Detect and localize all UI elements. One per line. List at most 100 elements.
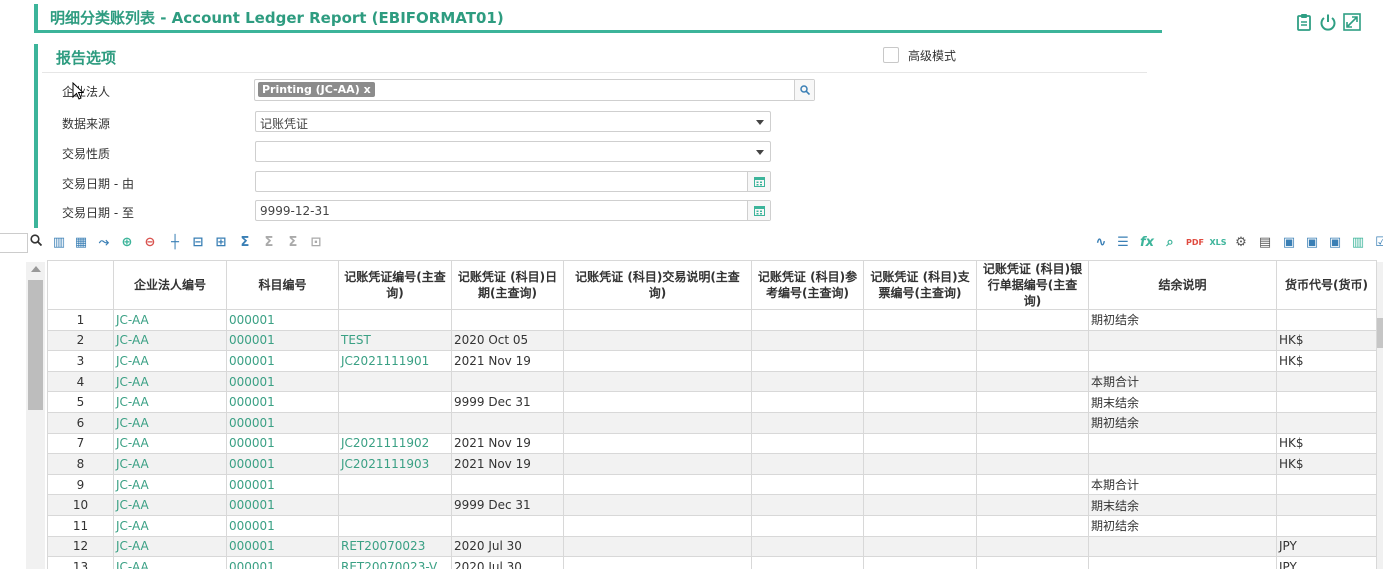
run-icon[interactable]: ⤳ <box>95 234 113 252</box>
date-from-input[interactable] <box>255 171 771 192</box>
calendar-icon[interactable] <box>747 172 770 191</box>
column-header[interactable]: 记账凭证 (科目)银行单据编号(主查询) <box>976 260 1089 310</box>
column-header[interactable]: 科目编号 <box>226 260 339 310</box>
table-row[interactable]: 13 JC-AA 000001 RET20070023-V 2020 Jul 30 JPY <box>47 556 1377 569</box>
print-settings-icon[interactable]: ⚙ <box>1232 234 1250 252</box>
table-cell[interactable]: JC-AA <box>113 350 227 372</box>
freeze-column-icon[interactable]: ⊟ <box>189 234 207 252</box>
transaction-type-select[interactable] <box>255 141 771 162</box>
left-scrollbar[interactable] <box>26 262 45 569</box>
chart-icon[interactable]: ∿ <box>1092 234 1110 252</box>
table-cell[interactable]: JC-AA <box>113 556 227 569</box>
table-cell[interactable]: 000001 <box>226 350 339 372</box>
table-cell[interactable]: 000001 <box>226 432 339 455</box>
print-icon[interactable]: ▤ <box>1256 234 1274 252</box>
export-pdf-icon[interactable]: PDF <box>1186 234 1204 252</box>
table-cell[interactable]: JC-AA <box>113 473 227 496</box>
table-cell[interactable] <box>338 473 452 496</box>
table-cell[interactable]: 000001 <box>226 309 339 331</box>
table-cell[interactable]: JC-AA <box>113 453 227 475</box>
table-cell[interactable] <box>338 391 452 413</box>
table-cell[interactable]: JC2021111901 <box>338 350 452 372</box>
table-cell[interactable]: 000001 <box>226 411 339 434</box>
table-cell[interactable]: JC-AA <box>113 535 227 558</box>
table-cell[interactable] <box>338 494 452 516</box>
table-cell[interactable]: JC2021111903 <box>338 453 452 475</box>
table-cell[interactable]: RET20070023 <box>338 535 452 558</box>
column-header[interactable]: 记账凭证 (科目)日期(主查询) <box>451 260 564 310</box>
table-row[interactable]: 7 JC-AA 000001 JC2021111902 2021 Nov 19 HK$ <box>47 432 1377 455</box>
scroll-up-icon[interactable] <box>31 266 41 272</box>
legal-entity-field[interactable]: Printing (JC-AA) x <box>254 79 815 101</box>
table-cell[interactable]: 000001 <box>226 556 339 569</box>
table-cell[interactable]: JC-AA <box>113 432 227 455</box>
data-source-select[interactable]: 记账凭证 <box>255 111 771 132</box>
table-cell[interactable]: JC-AA <box>113 514 227 537</box>
table-cell[interactable] <box>338 370 452 393</box>
column-header[interactable]: 企业法人编号 <box>113 260 227 310</box>
table-cell[interactable]: 000001 <box>226 473 339 496</box>
tag-remove-icon[interactable]: x <box>364 83 371 96</box>
table-cell[interactable]: 000001 <box>226 494 339 516</box>
table-row[interactable]: 1 JC-AA 000001 期初结余 <box>47 309 1377 331</box>
table-cell[interactable]: 000001 <box>226 514 339 537</box>
table-cell[interactable]: JC-AA <box>113 309 227 331</box>
column-header[interactable]: 记账凭证 (科目)支票编号(主查询) <box>863 260 977 310</box>
column-header[interactable]: 记账凭证 (科目)参考编号(主查询) <box>751 260 864 310</box>
table-cell[interactable]: JC-AA <box>113 329 227 352</box>
table-row[interactable]: 3 JC-AA 000001 JC2021111901 2021 Nov 19 HK$ <box>47 350 1377 372</box>
advanced-mode-checkbox[interactable] <box>883 47 899 63</box>
column-header[interactable]: 记账凭证 (科目)交易说明(主查询) <box>563 260 752 310</box>
search-icon[interactable] <box>30 234 43 250</box>
table-cell[interactable]: JC-AA <box>113 494 227 516</box>
table-row[interactable]: 10 JC-AA 000001 9999 Dec 31 期末结余 <box>47 494 1377 516</box>
column-header[interactable] <box>47 260 114 310</box>
save-icon[interactable]: ▣ <box>1280 234 1298 252</box>
column-header[interactable]: 结余说明 <box>1088 260 1277 310</box>
table-cell[interactable]: JC-AA <box>113 370 227 393</box>
table-cell[interactable]: RET20070023-V <box>338 556 452 569</box>
save-layout-icon[interactable]: ▣ <box>1326 234 1344 252</box>
column-header[interactable]: 记账凭证编号(主查询) <box>338 260 452 310</box>
remove-row-icon[interactable]: ▦ <box>72 234 90 252</box>
table-cell[interactable]: JC-AA <box>113 391 227 413</box>
formula-icon[interactable]: fx <box>1138 234 1156 252</box>
grand-total-icon[interactable]: Σ <box>284 234 302 252</box>
table-row[interactable]: 8 JC-AA 000001 JC2021111903 2021 Nov 19 HK$ <box>47 453 1377 475</box>
select-all-icon[interactable]: ☑ <box>1372 234 1383 252</box>
clear-total-icon[interactable]: ⊡ <box>307 234 325 252</box>
sum-icon[interactable]: Σ <box>236 234 254 252</box>
add-document-icon[interactable]: ⊕ <box>118 234 136 252</box>
save-as-icon[interactable]: ▣ <box>1303 234 1321 252</box>
grid-search-input[interactable] <box>0 233 28 253</box>
calendar-icon[interactable] <box>747 201 770 220</box>
search-icon[interactable] <box>794 80 814 100</box>
subtotal-icon[interactable]: Σ <box>260 234 278 252</box>
table-cell[interactable]: JC-AA <box>113 411 227 434</box>
table-cell[interactable]: 000001 <box>226 370 339 393</box>
table-cell[interactable] <box>338 411 452 434</box>
table-cell[interactable]: JC2021111902 <box>338 432 452 455</box>
table-cell[interactable]: 000001 <box>226 391 339 413</box>
table-cell[interactable]: TEST <box>338 329 452 352</box>
delete-document-icon[interactable]: ⊖ <box>141 234 159 252</box>
column-header[interactable]: 货币代号(货币) <box>1276 260 1377 310</box>
table-row[interactable]: 6 JC-AA 000001 期初结余 <box>47 411 1377 434</box>
split-column-icon[interactable]: ┼ <box>166 234 184 252</box>
clipboard-icon[interactable] <box>1295 13 1313 31</box>
table-cell[interactable]: 000001 <box>226 535 339 558</box>
power-icon[interactable] <box>1319 13 1337 31</box>
fit-width-icon[interactable]: ⊞ <box>212 234 230 252</box>
table-row[interactable]: 5 JC-AA 000001 9999 Dec 31 期末结余 <box>47 391 1377 413</box>
expand-icon[interactable] <box>1343 13 1361 31</box>
table-row[interactable]: 9 JC-AA 000001 本期合计 <box>47 473 1377 496</box>
remove-column-icon[interactable]: ▥ <box>50 234 68 252</box>
table-cell[interactable]: 000001 <box>226 329 339 352</box>
table-row[interactable]: 2 JC-AA 000001 TEST 2020 Oct 05 HK$ <box>47 329 1377 352</box>
paste-icon[interactable]: ▥ <box>1349 234 1367 252</box>
column-list-icon[interactable]: ☰ <box>1114 234 1132 252</box>
table-cell[interactable] <box>338 514 452 537</box>
table-row[interactable]: 12 JC-AA 000001 RET20070023 2020 Jul 30 JPY <box>47 535 1377 558</box>
table-row[interactable]: 11 JC-AA 000001 期初结余 <box>47 514 1377 537</box>
table-row[interactable]: 4 JC-AA 000001 本期合计 <box>47 370 1377 393</box>
